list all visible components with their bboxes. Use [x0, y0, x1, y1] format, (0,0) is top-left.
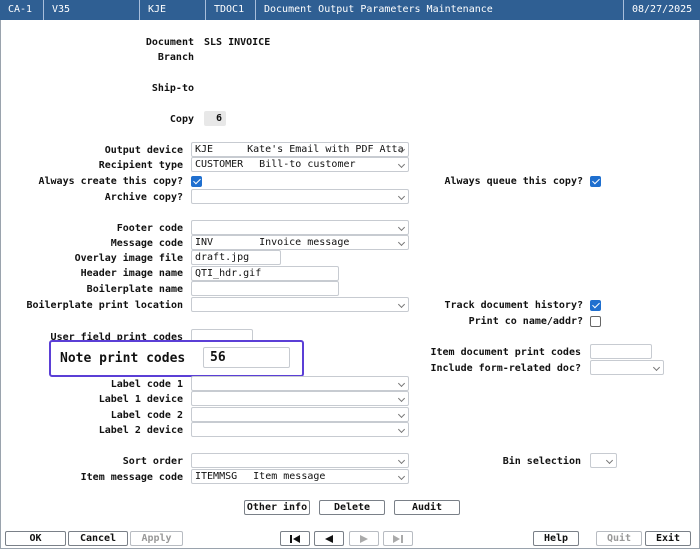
user-id: KJE: [140, 0, 206, 20]
next-record-button[interactable]: [349, 531, 379, 546]
always-queue-label: Always queue this copy?: [444, 176, 583, 187]
label-code2-select[interactable]: [191, 407, 409, 422]
delete-button[interactable]: Delete: [319, 500, 385, 515]
label2-device-select[interactable]: [191, 422, 409, 437]
label-code1-select[interactable]: [191, 376, 409, 391]
recipient-type-label: Recipient type: [98, 160, 183, 171]
output-device-code: KJE: [195, 144, 214, 155]
message-code-label: Message code: [110, 238, 183, 249]
copy-number: 6: [204, 111, 226, 126]
archive-copy-select[interactable]: [191, 189, 409, 204]
boilerplate-location-label: Boilerplate print location: [26, 300, 183, 311]
header-image-label: Header image name: [80, 268, 183, 279]
other-info-button[interactable]: Other info: [244, 500, 310, 515]
always-create-checkbox[interactable]: [191, 176, 202, 187]
branch-label: Branch: [157, 52, 194, 63]
overlay-image-label: Overlay image file: [74, 253, 183, 264]
exit-button[interactable]: Exit: [645, 531, 691, 546]
item-message-code: ITEMMSG: [195, 471, 238, 482]
message-code-code: INV: [195, 237, 214, 248]
shipto-label: Ship-to: [151, 83, 194, 94]
label-code1-label: Label code 1: [110, 379, 183, 390]
screen-title: Document Output Parameters Maintenance: [256, 0, 624, 20]
track-history-checkbox[interactable]: [590, 300, 601, 311]
include-form-label: Include form-related doc?: [430, 363, 581, 374]
boilerplate-name-input[interactable]: [191, 281, 339, 296]
always-create-label: Always create this copy?: [38, 176, 184, 187]
output-device-label: Output device: [104, 145, 183, 156]
apply-button[interactable]: Apply: [130, 531, 183, 546]
output-device-select[interactable]: KJE Kate's Email with PDF Atta: [191, 142, 409, 157]
last-record-button[interactable]: [383, 531, 413, 546]
label-code2-label: Label code 2: [110, 410, 183, 421]
message-code-select[interactable]: INV Invoice message: [191, 235, 409, 250]
session-date: 08/27/2025: [632, 4, 693, 15]
track-history-label: Track document history?: [444, 300, 583, 311]
title-bar: CA-1 V35 KJE TDOC1 Document Output Param…: [0, 0, 700, 20]
quit-button[interactable]: Quit: [596, 531, 642, 546]
footer-code-label: Footer code: [116, 223, 183, 234]
item-message-label: Item message code: [80, 472, 183, 483]
first-record-button[interactable]: [280, 531, 310, 546]
recipient-type-code: CUSTOMER: [195, 159, 244, 170]
label2-device-label: Label 2 device: [98, 425, 183, 436]
header-image-input[interactable]: QTI_hdr.gif: [191, 266, 339, 281]
previous-record-button[interactable]: [314, 531, 344, 546]
program-id: TDOC1: [206, 0, 256, 20]
sort-order-label: Sort order: [122, 456, 183, 467]
item-doc-print-label: Item document print codes: [430, 347, 581, 358]
help-button[interactable]: Help: [533, 531, 579, 546]
overlay-image-input[interactable]: draft.jpg: [191, 250, 281, 265]
footer-code-select[interactable]: [191, 220, 409, 235]
ok-button[interactable]: OK: [5, 531, 66, 546]
print-co-checkbox[interactable]: [590, 316, 601, 327]
label1-device-label: Label 1 device: [98, 394, 183, 405]
message-code-desc: Invoice message: [259, 237, 350, 248]
version: V35: [44, 0, 140, 20]
sort-order-select[interactable]: [191, 453, 409, 468]
include-form-select[interactable]: [590, 360, 664, 375]
company-code: CA-1: [0, 0, 44, 20]
note-print-label: Note print codes: [60, 351, 186, 366]
item-message-select[interactable]: ITEMMSG Item message: [191, 469, 409, 484]
recipient-type-desc: Bill-to customer: [259, 159, 356, 170]
cancel-button[interactable]: Cancel: [68, 531, 128, 546]
note-print-input[interactable]: 56: [203, 347, 290, 368]
bin-selection-select[interactable]: [590, 453, 617, 468]
document-label: Document: [145, 37, 194, 48]
archive-copy-label: Archive copy?: [104, 192, 183, 203]
boilerplate-name-label: Boilerplate name: [86, 284, 183, 295]
last-icon: [393, 535, 403, 543]
print-co-label: Print co name/addr?: [468, 316, 583, 327]
output-device-desc: Kate's Email with PDF Atta: [247, 144, 404, 155]
audit-button[interactable]: Audit: [394, 500, 460, 515]
next-icon: [360, 535, 368, 543]
document-value: SLS INVOICE: [204, 37, 271, 48]
recipient-type-select[interactable]: CUSTOMER Bill-to customer: [191, 157, 409, 172]
bin-selection-label: Bin selection: [502, 456, 581, 467]
item-message-desc: Item message: [253, 471, 326, 482]
label1-device-select[interactable]: [191, 391, 409, 406]
previous-icon: [325, 535, 333, 543]
first-icon: [290, 535, 300, 543]
copy-label: Copy: [169, 114, 194, 125]
boilerplate-location-select[interactable]: [191, 297, 409, 312]
item-doc-print-input[interactable]: [590, 344, 652, 359]
always-queue-checkbox[interactable]: [590, 176, 601, 187]
